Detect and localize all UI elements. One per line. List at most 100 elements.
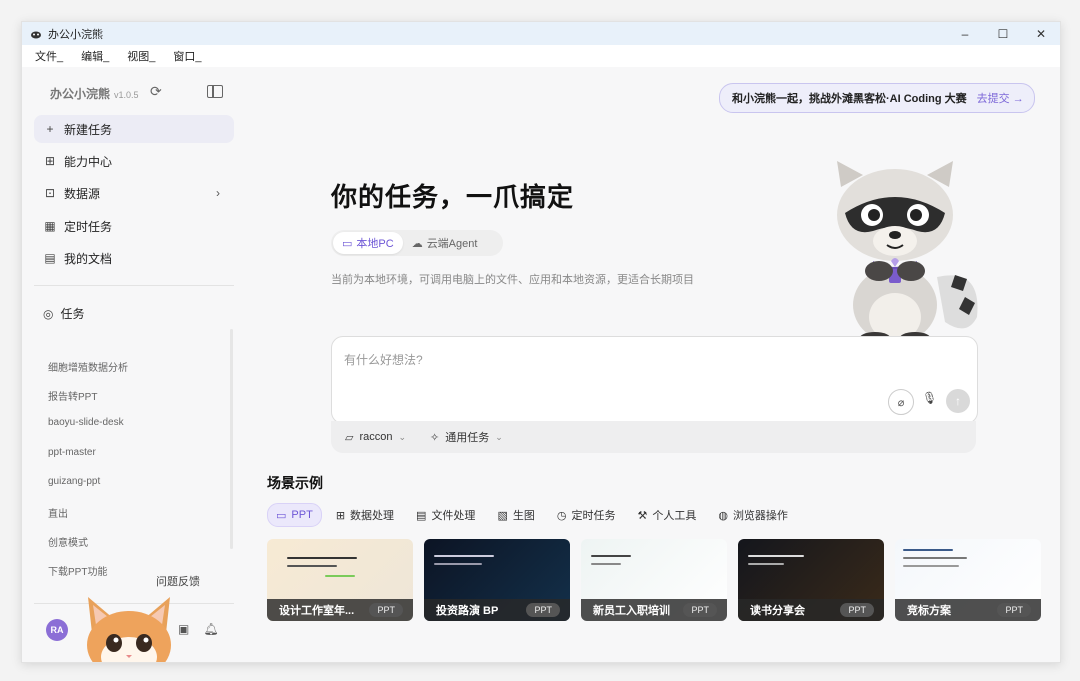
- nav-label: 我的文档: [64, 251, 113, 266]
- banner-submit-link[interactable]: 去提交 →: [977, 90, 1024, 106]
- menu-bar: 文件_ 编辑_ 视图_ 窗口_: [22, 45, 1060, 67]
- microphone-icon[interactable]: 🎙︎: [922, 391, 937, 405]
- wrench-icon: ⚒: [637, 509, 648, 522]
- tab-data-processing[interactable]: ⊞ 数据处理: [328, 504, 402, 526]
- cat-mascot-image: [87, 597, 171, 662]
- example-card[interactable]: 竞标方案 PPT: [895, 539, 1041, 621]
- card-thumbnail-line: [325, 575, 355, 577]
- tab-image-gen[interactable]: ▧ 生图: [489, 504, 542, 526]
- nav-label: 数据源: [64, 186, 101, 201]
- main-area: 和小浣熊一起，挑战外滩黑客松·AI Coding 大赛 去提交 → 你的任务，一…: [247, 67, 1060, 662]
- menu-edit[interactable]: 编辑_: [81, 48, 109, 64]
- task-section-header: ◎ 任务: [34, 305, 85, 322]
- task-item[interactable]: 下载PPT功能: [48, 563, 107, 578]
- tab-label: 文件处理: [431, 510, 476, 522]
- minimize-button[interactable]: –: [946, 22, 984, 45]
- document-icon: ▤: [44, 251, 56, 265]
- task-scrollbar[interactable]: [230, 329, 233, 549]
- window-title: 办公小浣熊: [48, 28, 103, 41]
- task-item[interactable]: baoyu-slide-desk: [48, 417, 124, 428]
- task-icon: ◎: [43, 306, 54, 321]
- example-card[interactable]: 读书分享会 PPT: [738, 539, 884, 621]
- bell-icon[interactable]: 🔔︎: [203, 622, 218, 636]
- maximize-button[interactable]: ☐: [984, 22, 1022, 45]
- globe-icon: ◍: [718, 509, 728, 522]
- card-title: 投资路演 BP: [436, 605, 499, 617]
- mode-label: 云端Agent: [426, 238, 478, 250]
- card-badge: PPT: [840, 603, 874, 617]
- card-thumbnail-line: [591, 555, 631, 557]
- nav-data-source[interactable]: ⊡ 数据源 ›: [34, 179, 234, 207]
- card-thumbnail-line: [748, 555, 804, 557]
- nav-scheduled-task[interactable]: ▦ 定时任务: [34, 212, 234, 240]
- monitor-icon: ▭: [342, 237, 353, 250]
- mode-local-pc[interactable]: ▭ 本地PC: [333, 232, 403, 254]
- promo-banner[interactable]: 和小浣熊一起，挑战外滩黑客松·AI Coding 大赛 去提交 →: [719, 83, 1035, 113]
- task-item[interactable]: 报告转PPT: [48, 388, 97, 403]
- close-button[interactable]: ✕: [1022, 22, 1060, 45]
- clock-icon: ◷: [556, 509, 567, 522]
- tab-personal-tools[interactable]: ⚒ 个人工具: [629, 504, 704, 526]
- version-label: v1.0.5: [114, 90, 139, 100]
- database-icon: ⊡: [44, 186, 56, 200]
- task-item[interactable]: ppt-master: [48, 447, 96, 458]
- refresh-icon[interactable]: ⟳: [150, 83, 162, 100]
- page-title: 你的任务，一爪搞定: [331, 182, 575, 212]
- tab-scheduled[interactable]: ◷ 定时任务: [549, 504, 624, 526]
- menu-file[interactable]: 文件_: [35, 48, 63, 64]
- nav-label: 能力中心: [64, 154, 113, 169]
- apps-icon: ⊞: [44, 154, 56, 168]
- card-thumbnail-line: [434, 563, 482, 565]
- card-thumbnail-line: [591, 563, 621, 565]
- example-card[interactable]: 投资路演 BP PPT: [424, 539, 570, 621]
- menu-window[interactable]: 窗口_: [173, 48, 201, 64]
- menu-view[interactable]: 视图_: [127, 48, 155, 64]
- avatar[interactable]: RA: [46, 619, 68, 641]
- send-button[interactable]: ↑: [946, 389, 970, 413]
- image-icon: ▧: [497, 509, 508, 522]
- task-item[interactable]: 直出: [48, 505, 68, 520]
- mode-cloud-agent[interactable]: ☁︎ 云端Agent: [403, 232, 487, 254]
- table-icon: ⊞: [335, 509, 346, 522]
- task-item[interactable]: 创意模式: [48, 534, 88, 549]
- example-cards: 设计工作室年... PPT 投资路演 BP PPT 新员工入职培训 PPT 读书分享会…: [267, 539, 1041, 621]
- chevron-down-icon: ⌄: [495, 431, 503, 442]
- agent-select-value: raccon: [359, 431, 393, 443]
- card-thumbnail-line: [903, 549, 953, 551]
- nav-capability-center[interactable]: ⊞ 能力中心: [34, 147, 234, 175]
- nav-my-docs[interactable]: ▤ 我的文档: [34, 244, 234, 272]
- card-badge: PPT: [683, 603, 717, 617]
- tab-label: PPT: [291, 509, 313, 521]
- sidebar-toggle-icon[interactable]: [207, 85, 223, 98]
- plus-icon: +: [46, 122, 54, 136]
- agent-select[interactable]: ▱ raccon ⌄: [345, 431, 406, 444]
- sparkle-icon: ✧: [430, 431, 440, 444]
- card-thumbnail-line: [434, 555, 494, 557]
- prompt-composer: 有什么好想法? ⌀ 🎙︎ ↑: [331, 336, 978, 424]
- tab-label: 浏览器操作: [732, 510, 788, 522]
- card-thumbnail-line: [748, 563, 784, 565]
- card-thumbnail-line: [287, 565, 337, 567]
- example-card[interactable]: 新员工入职培训 PPT: [581, 539, 727, 621]
- tab-ppt[interactable]: ▭ PPT: [267, 503, 322, 527]
- tab-browser[interactable]: ◍ 浏览器操作: [710, 504, 796, 526]
- chevron-down-icon: ⌄: [398, 431, 407, 442]
- card-badge: PPT: [997, 603, 1031, 617]
- task-item[interactable]: 细胞增殖数据分析: [48, 359, 128, 374]
- nav-label: 新建任务: [64, 122, 113, 137]
- nav-new-task[interactable]: + 新建任务: [34, 115, 234, 143]
- example-card[interactable]: 设计工作室年... PPT: [267, 539, 413, 621]
- scene-tabs: ▭ PPT ⊞ 数据处理 ▤ 文件处理 ▧ 生图 ◷ 定时任务 ⚒ 个人工具 ◍ 浏览器操作: [267, 503, 802, 527]
- task-item[interactable]: guizang-ppt: [48, 476, 100, 487]
- banner-text: 和小浣熊一起，挑战外滩黑客松·AI Coding 大赛: [732, 93, 967, 105]
- paperclip-icon[interactable]: ⌀: [888, 389, 914, 415]
- cloud-icon: ☁︎: [411, 237, 423, 250]
- card-badge: PPT: [369, 603, 403, 617]
- tab-file-processing[interactable]: ▤ 文件处理: [408, 504, 483, 526]
- prompt-input[interactable]: 有什么好想法?: [344, 351, 423, 368]
- card-title: 读书分享会: [750, 605, 805, 617]
- task-type-select[interactable]: ✧ 通用任务 ⌄: [430, 429, 503, 445]
- sidebar: 办公小浣熊 v1.0.5 ⟳ + 新建任务 ⊞ 能力中心 ⊡ 数据源 › ▦ 定时…: [22, 67, 247, 662]
- card-badge: PPT: [526, 603, 560, 617]
- composer-toolbar: ▱ raccon ⌄ ✧ 通用任务 ⌄: [331, 421, 976, 453]
